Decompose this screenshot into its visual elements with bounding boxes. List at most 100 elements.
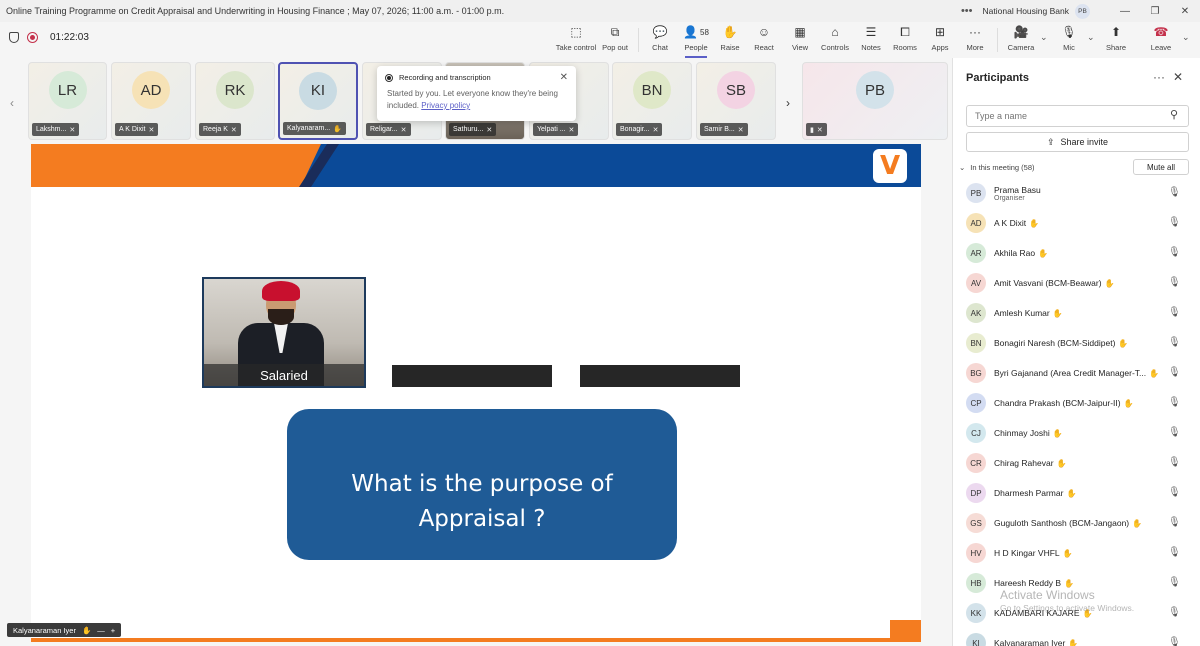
participant-row[interactable]: CJ Chinmay Joshi ✋ 🎙 <box>953 418 1200 448</box>
people-button[interactable]: 👤 58 People <box>681 24 711 58</box>
mic-off-icon[interactable]: 🎙 <box>1168 307 1181 318</box>
close-icon[interactable]: ✕ <box>1173 70 1183 84</box>
share-label: Share <box>1105 43 1126 52</box>
mic-off-icon[interactable]: 🎙 <box>1168 367 1181 378</box>
camera-button[interactable]: 🎥 Camera <box>1007 24 1035 56</box>
divider <box>638 28 639 52</box>
participant-tile[interactable]: RK Reeja K ✕ <box>195 62 275 140</box>
close-icon[interactable]: ✕ <box>560 72 568 83</box>
participant-row[interactable]: KI Kalyanaraman Iyer ✋ 🎙 <box>953 628 1200 646</box>
close-window-button[interactable]: ✕ <box>1170 6 1200 17</box>
react-button[interactable]: ☺ React <box>752 24 776 56</box>
participant-row[interactable]: PB Prama Basu Organiser 🎙 <box>953 178 1200 208</box>
share-icon: ⇪ <box>1046 136 1055 147</box>
avatar: KI <box>299 71 337 110</box>
tile-label: Bonagir... ✕ <box>616 123 663 136</box>
participant-name: Chinmay Joshi <box>994 428 1050 438</box>
hand-icon: ✋ <box>1104 279 1115 288</box>
mic-off-icon[interactable]: 🎙 <box>1168 337 1181 348</box>
mic-off-icon[interactable]: 🎙 <box>1168 517 1181 528</box>
participant-row[interactable]: AK Amlesh Kumar ✋ 🎙 <box>953 298 1200 328</box>
participant-name: Chirag Rahevar <box>994 458 1054 468</box>
more-options-icon[interactable]: ··· <box>1153 70 1165 84</box>
salaried-photo: Salaried <box>202 277 366 388</box>
participant-row[interactable]: AV Amit Vasvani (BCM-Beawar) ✋ 🎙 <box>953 268 1200 298</box>
restore-button[interactable]: ❐ <box>1140 6 1170 17</box>
leave-button[interactable]: ☎ Leave <box>1149 24 1173 56</box>
mic-off-icon[interactable]: 🎙 <box>1168 427 1181 438</box>
mic-button[interactable]: 🎙 Mic <box>1058 24 1080 56</box>
mic-off-icon[interactable]: 🎙 <box>1168 217 1181 228</box>
participant-tile[interactable]: AD A K Dixit ✕ <box>111 62 191 140</box>
minimize-button[interactable]: — <box>1110 6 1140 17</box>
user-avatar[interactable]: PB <box>1075 3 1090 19</box>
notification-title: Recording and transcription <box>399 73 491 82</box>
more-button[interactable]: ··· More <box>963 24 987 56</box>
avatar: KI <box>966 633 986 646</box>
mic-label: Mic <box>1063 43 1075 52</box>
participant-row[interactable]: BG Byri Gajanand (Area Credit Manager-T..… <box>953 358 1200 388</box>
view-button[interactable]: ▦ View <box>788 24 812 56</box>
participant-tile[interactable]: LR Lakshm... ✕ <box>28 62 107 140</box>
shield-icon <box>9 32 19 43</box>
mic-off-icon[interactable]: 🎙 <box>1168 397 1181 408</box>
mic-off-icon[interactable]: 🎙 <box>1168 577 1181 588</box>
mic-off-icon[interactable]: 🎙 <box>1168 487 1181 498</box>
more-options-icon[interactable]: ••• <box>961 5 973 17</box>
participant-row[interactable]: CP Chandra Prakash (BCM-Jaipur-II) ✋ 🎙 <box>953 388 1200 418</box>
avatar: LR <box>48 71 87 110</box>
hand-icon: ✋ <box>81 625 92 635</box>
chevron-left-icon[interactable]: ‹ <box>10 96 14 110</box>
participant-name: Prama Basu <box>994 184 1041 195</box>
mic-off-icon[interactable]: 🎙 <box>1168 607 1181 618</box>
mic-off-icon[interactable]: 🎙 <box>1168 547 1181 558</box>
controls-button[interactable]: ⌂ Controls <box>821 24 849 56</box>
mic-off-icon[interactable]: 🎙 <box>1168 187 1181 198</box>
rooms-button[interactable]: ⧠ Rooms <box>893 24 917 56</box>
share-button[interactable]: ⬆ Share <box>1104 24 1128 56</box>
participant-row[interactable]: CR Chirag Rahevar ✋ 🎙 <box>953 448 1200 478</box>
notes-button[interactable]: ☰ Notes <box>859 24 883 56</box>
participant-row[interactable]: HV H D Kingar VHFL ✋ 🎙 <box>953 538 1200 568</box>
mic-off-icon[interactable]: 🎙 <box>1168 277 1181 288</box>
participant-row[interactable]: AD A K Dixit ✋ 🎙 <box>953 208 1200 238</box>
participant-tile[interactable]: SB Samir B... ✕ <box>696 62 776 140</box>
participant-name-block: Hareesh Reddy B ✋ <box>994 578 1074 588</box>
divider <box>997 28 998 52</box>
chevron-right-icon[interactable]: › <box>786 96 790 110</box>
apps-button[interactable]: ⊞ Apps <box>928 24 952 56</box>
camera-options-chevron-icon[interactable]: ⌄ <box>1040 32 1048 43</box>
mic-off-icon[interactable]: 🎙 <box>1168 637 1181 646</box>
participant-tile[interactable]: BN Bonagir... ✕ <box>612 62 692 140</box>
self-view-tile[interactable]: PB ▮ ✕ <box>802 62 948 140</box>
organization-name: National Housing Bank <box>982 6 1069 16</box>
participant-tile-selected[interactable]: KI Kalyanaram... ✋ <box>278 62 358 140</box>
mic-off-icon: ✕ <box>737 126 744 134</box>
leave-options-chevron-icon[interactable]: ⌄ <box>1182 32 1190 43</box>
participant-row[interactable]: DP Dharmesh Parmar ✋ 🎙 <box>953 478 1200 508</box>
participant-name: Akhila Rao <box>994 248 1036 258</box>
pop-out-button[interactable]: ⧉ Pop out <box>601 24 629 56</box>
participant-row[interactable]: BN Bonagiri Naresh (BCM-Siddipet) ✋ 🎙 <box>953 328 1200 358</box>
mic-options-chevron-icon[interactable]: ⌄ <box>1087 32 1095 43</box>
participant-row[interactable]: AR Akhila Rao ✋ 🎙 <box>953 238 1200 268</box>
participant-name: Amit Vasvani (BCM-Beawar) <box>994 278 1102 288</box>
take-control-button[interactable]: ⬚ Take control <box>556 24 596 56</box>
mic-off-icon[interactable]: 🎙 <box>1168 457 1181 468</box>
tile-name: Sathuru... <box>453 126 484 133</box>
notification-body: Started by you. Let everyone know they'r… <box>385 88 568 112</box>
recording-icon <box>385 73 393 82</box>
tile-label: A K Dixit ✕ <box>115 123 159 136</box>
participant-search-input[interactable] <box>966 105 1189 127</box>
chat-button[interactable]: 💬 Chat <box>649 24 671 56</box>
privacy-policy-link[interactable]: Privacy policy <box>421 101 470 110</box>
mic-off-icon[interactable]: 🎙 <box>1168 247 1181 258</box>
tile-label: ▮ ✕ <box>806 123 827 136</box>
raise-hand-button[interactable]: ✋ Raise <box>718 24 742 56</box>
activate-windows-watermark: Activate Windows <box>1000 588 1095 602</box>
share-invite-button[interactable]: ⇪ Share invite <box>966 132 1189 152</box>
participant-row[interactable]: GS Guguloth Santhosh (BCM-Jangaon) ✋ 🎙 <box>953 508 1200 538</box>
in-meeting-section[interactable]: ⌄ In this meeting (58) <box>959 163 1035 172</box>
participant-name-block: Guguloth Santhosh (BCM-Jangaon) ✋ <box>994 518 1142 528</box>
mute-all-button[interactable]: Mute all <box>1133 159 1189 175</box>
